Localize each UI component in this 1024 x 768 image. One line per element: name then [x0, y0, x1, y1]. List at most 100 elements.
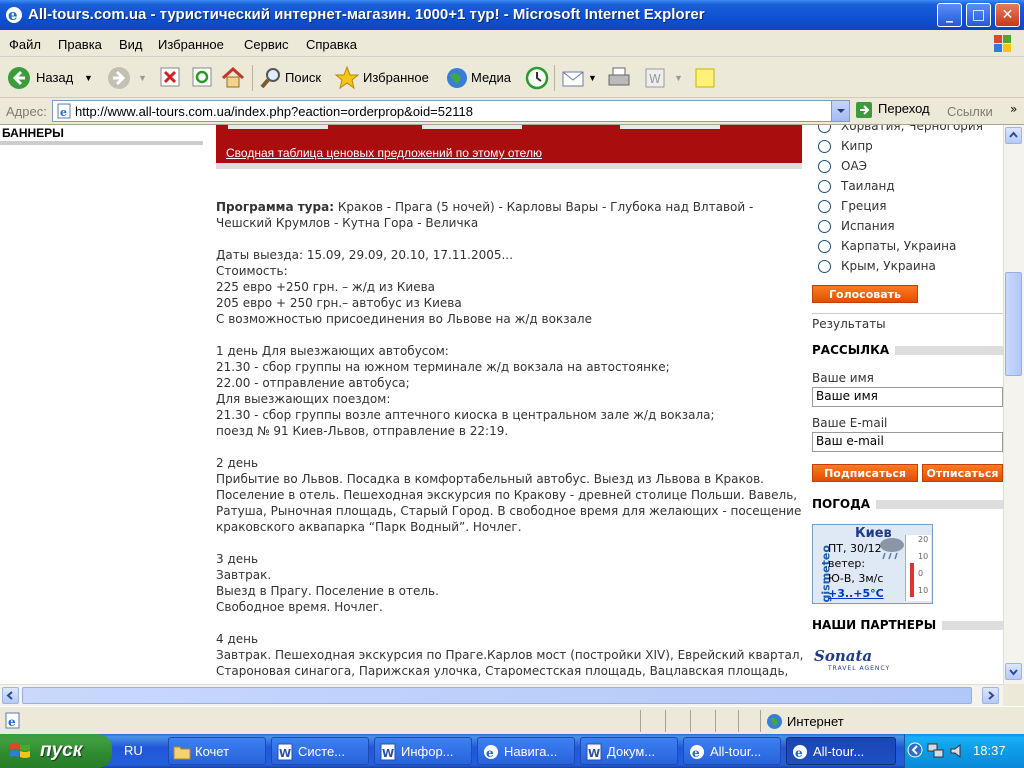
mail-button[interactable]: ▼: [560, 65, 600, 91]
edit-button[interactable]: W ▼: [642, 65, 686, 91]
horizontal-scrollbar[interactable]: [0, 684, 1003, 706]
thermometer-scale: 20 10 0 10: [905, 535, 931, 601]
partners-header: НАШИ ПАРТНЕРЫ: [812, 617, 1003, 633]
title-bar[interactable]: e All-tours.com.ua - туристический интер…: [0, 0, 1024, 30]
links-chevron-icon[interactable]: »: [1010, 102, 1017, 116]
folder-icon: [173, 746, 191, 760]
refresh-button[interactable]: [190, 65, 216, 91]
task-word-1[interactable]: W Систе...: [271, 737, 369, 765]
start-button[interactable]: пуск: [0, 734, 112, 768]
email-input[interactable]: Ваш e-mail: [812, 432, 1003, 452]
ie-icon: e: [793, 745, 807, 760]
history-button[interactable]: [524, 65, 550, 91]
address-dropdown-icon[interactable]: [831, 101, 849, 121]
svg-text:W: W: [382, 747, 394, 760]
scroll-up-icon[interactable]: [1005, 127, 1022, 144]
maximize-button[interactable]: □: [966, 3, 991, 27]
sticky-note-icon: [695, 68, 715, 88]
radio-icon: [818, 160, 831, 173]
program-prices: Даты выезда: 15.09, 29.09, 20.10, 17.11.…: [216, 248, 592, 326]
back-button[interactable]: Назад ▼: [6, 65, 96, 91]
task-ie-alltours-1[interactable]: e All-tour...: [683, 737, 781, 765]
svg-text:e: e: [8, 6, 18, 24]
menu-tools[interactable]: Сервис: [244, 37, 289, 52]
scroll-left-icon[interactable]: [2, 687, 19, 704]
cloud-rain-icon: [880, 538, 904, 560]
menu-help[interactable]: Справка: [306, 37, 357, 52]
notes-button[interactable]: [692, 65, 718, 91]
address-input[interactable]: e http://www.all-tours.com.ua/index.php?…: [52, 100, 850, 122]
scroll-thumb[interactable]: [1005, 272, 1022, 376]
results-link[interactable]: Результаты: [812, 317, 886, 331]
subscribe-button[interactable]: Подписаться: [812, 464, 918, 482]
close-button[interactable]: ✕: [995, 3, 1020, 27]
search-icon: [260, 68, 280, 89]
scroll-right-icon[interactable]: [982, 687, 999, 704]
stop-button[interactable]: [158, 65, 184, 91]
radio-icon: [818, 220, 831, 233]
task-word-3[interactable]: W Докум...: [580, 737, 678, 765]
weather-wind-label: ветер:: [828, 557, 866, 570]
weather-wind: Ю-В, 3м/с: [828, 572, 884, 585]
favorites-button[interactable]: Избранное: [334, 65, 436, 91]
menu-favorites[interactable]: Избранное: [158, 37, 224, 52]
menu-edit[interactable]: Правка: [58, 37, 102, 52]
clock[interactable]: 18:37: [973, 743, 1006, 758]
print-button[interactable]: [606, 65, 632, 91]
svg-text:e: e: [60, 106, 67, 119]
volume-icon[interactable]: [949, 742, 967, 760]
home-button[interactable]: [220, 65, 246, 91]
weather-header: ПОГОДА: [812, 496, 1003, 512]
radio-icon: [818, 180, 831, 193]
program-day-2: 2 день Прибытие во Львов. Посадка в комф…: [216, 456, 802, 534]
go-arrow-icon: [856, 102, 872, 118]
taskbar: пуск RU Кочет W Систе... W Инфор... e Навиг…: [0, 734, 1024, 768]
offer-table-link[interactable]: Сводная таблица ценовых предложений по э…: [226, 146, 542, 160]
stop-icon: [160, 67, 180, 87]
back-dropdown-icon: ▼: [84, 73, 93, 83]
vertical-scrollbar[interactable]: [1003, 125, 1024, 684]
media-button[interactable]: Медиа: [444, 65, 516, 91]
task-folder-kochet[interactable]: Кочет: [168, 737, 266, 765]
page-viewport: БАННЕРЫ Сводная таблица ценовых предложе…: [0, 125, 1003, 684]
page-icon: e: [57, 103, 71, 119]
svg-text:e: e: [692, 746, 700, 760]
sonata-logo[interactable]: Sonata TRAVEL AGENCY: [812, 647, 892, 677]
back-arrow-icon: [8, 67, 30, 89]
radio-icon: [818, 240, 831, 253]
menu-file[interactable]: Файл: [9, 37, 41, 52]
links-label[interactable]: Ссылки: [947, 104, 993, 119]
banners-header: БАННЕРЫ: [0, 125, 203, 145]
system-tray: 18:37: [904, 734, 1024, 768]
task-word-2[interactable]: W Инфор...: [374, 737, 472, 765]
refresh-icon: [192, 67, 212, 87]
weather-widget[interactable]: Киев gismeteo ПТ, 30/12 ветер: Ю-В, 3м/с…: [812, 524, 933, 604]
scroll-down-icon[interactable]: [1005, 663, 1022, 680]
task-ie-alltours-2[interactable]: e All-tour...: [786, 737, 896, 765]
minimize-button[interactable]: _: [937, 3, 962, 27]
vote-button[interactable]: Голосовать: [812, 285, 918, 303]
ie-icon: e: [484, 745, 498, 760]
offer-panel: Сводная таблица ценовых предложений по э…: [216, 125, 802, 169]
security-zone: Интернет: [760, 710, 1000, 732]
menu-bar: Файл Правка Вид Избранное Сервис Справка: [0, 30, 1024, 57]
search-button[interactable]: Поиск: [258, 65, 328, 91]
hscroll-thumb[interactable]: [22, 687, 972, 704]
forward-arrow-icon: [108, 67, 130, 89]
tray-expand-icon[interactable]: [907, 742, 923, 758]
network-icon[interactable]: [927, 742, 945, 760]
name-input[interactable]: Ваше имя: [812, 387, 1003, 407]
word-doc-icon: W: [586, 743, 602, 761]
task-ie-nav[interactable]: e Навига...: [477, 737, 575, 765]
status-bar: e Интернет: [0, 706, 1024, 734]
forward-button[interactable]: ▼: [106, 65, 147, 91]
weather-temp[interactable]: +3..+5°C: [828, 587, 884, 600]
unsubscribe-button[interactable]: Отписаться: [922, 464, 1003, 482]
svg-text:W: W: [649, 72, 661, 86]
radio-icon: [818, 200, 831, 213]
svg-text:e: e: [795, 746, 803, 760]
language-indicator[interactable]: RU: [124, 743, 143, 758]
printer-icon: [608, 67, 630, 86]
tour-program: Программа тура: Краков - Прага (5 ночей)…: [216, 199, 806, 684]
menu-view[interactable]: Вид: [119, 37, 143, 52]
